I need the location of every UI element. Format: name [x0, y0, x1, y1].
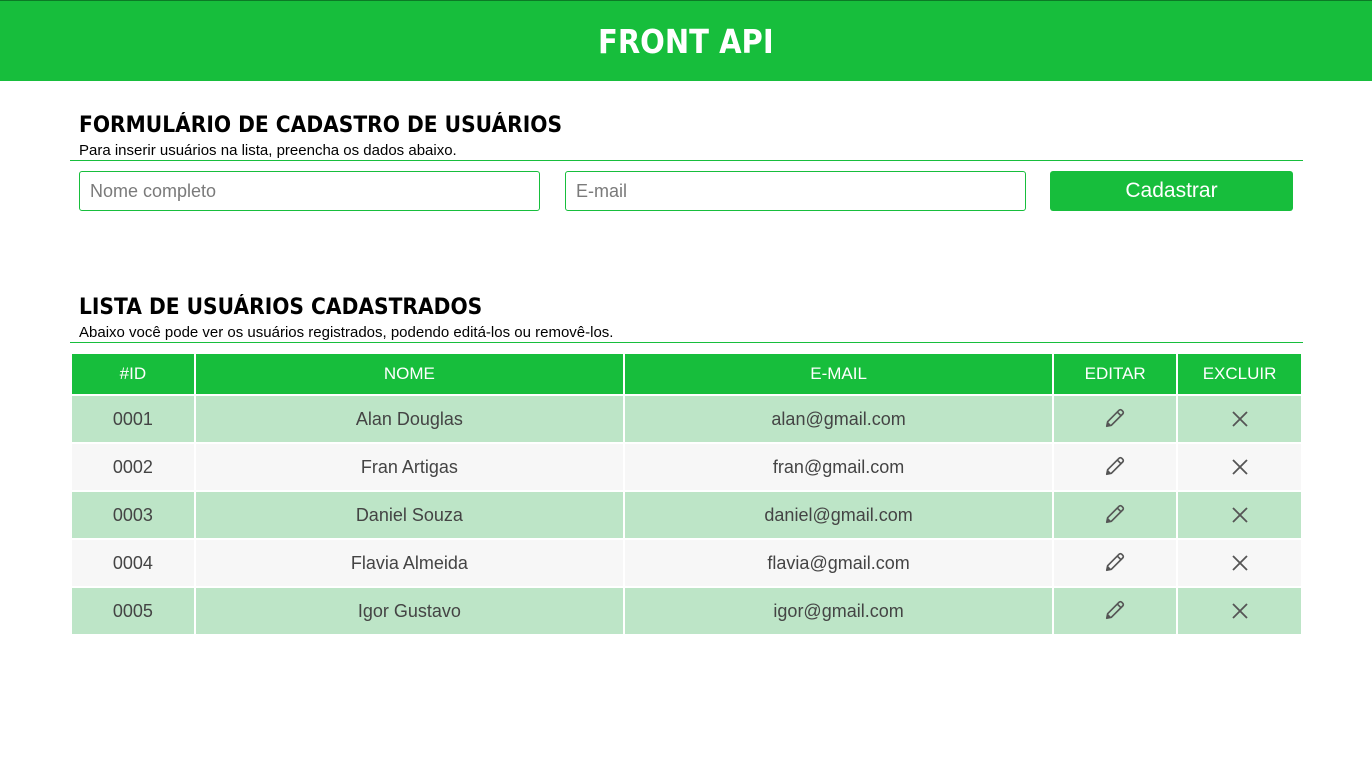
cell-email: igor@gmail.com — [624, 588, 1053, 636]
cell-edit — [1054, 540, 1177, 588]
users-table: #ID NOME E-MAIL EDITAR EXCLUIR 0001 Alan… — [70, 354, 1303, 636]
column-header-delete: EXCLUIR — [1178, 354, 1301, 396]
pencil-icon[interactable] — [1101, 452, 1129, 480]
column-header-name: NOME — [195, 354, 623, 396]
table-row: 0004 Flavia Almeida flavia@gmail.com — [72, 540, 1301, 588]
list-section-title: LISTA DE USUÁRIOS CADASTRADOS — [79, 295, 483, 320]
form-section-title: FORMULÁRIO DE CADASTRO DE USUÁRIOS — [79, 113, 563, 138]
cell-id: 0003 — [72, 492, 194, 540]
table-row: 0005 Igor Gustavo igor@gmail.com — [72, 588, 1301, 636]
column-header-email: E-MAIL — [624, 354, 1053, 396]
cell-name: Alan Douglas — [195, 396, 623, 444]
table-header-row: #ID NOME E-MAIL EDITAR EXCLUIR — [72, 354, 1301, 396]
cell-email: alan@gmail.com — [624, 396, 1053, 444]
pencil-icon[interactable] — [1101, 548, 1129, 576]
cell-name: Fran Artigas — [195, 444, 623, 492]
cell-delete — [1178, 588, 1301, 636]
cell-email: fran@gmail.com — [624, 444, 1053, 492]
pencil-icon[interactable] — [1101, 596, 1129, 624]
column-header-id: #ID — [72, 354, 194, 396]
app-title: FRONT API — [598, 21, 774, 61]
cell-edit — [1054, 396, 1177, 444]
pencil-icon[interactable] — [1101, 500, 1129, 528]
cell-edit — [1054, 444, 1177, 492]
cell-delete — [1178, 492, 1301, 540]
name-input[interactable] — [79, 171, 540, 211]
cell-email: daniel@gmail.com — [624, 492, 1053, 540]
cell-id: 0004 — [72, 540, 194, 588]
list-divider — [70, 342, 1303, 343]
column-header-edit: EDITAR — [1054, 354, 1177, 396]
app-header: FRONT API — [0, 0, 1372, 81]
close-icon[interactable] — [1226, 453, 1254, 481]
cell-id: 0005 — [72, 588, 194, 636]
cell-name: Daniel Souza — [195, 492, 623, 540]
cell-email: flavia@gmail.com — [624, 540, 1053, 588]
close-icon[interactable] — [1226, 405, 1254, 433]
form-section-subtitle: Para inserir usuários na lista, preencha… — [79, 142, 457, 159]
cell-delete — [1178, 444, 1301, 492]
cell-delete — [1178, 540, 1301, 588]
form-divider — [70, 160, 1303, 161]
table-row: 0001 Alan Douglas alan@gmail.com — [72, 396, 1301, 444]
close-icon[interactable] — [1226, 597, 1254, 625]
table-row: 0002 Fran Artigas fran@gmail.com — [72, 444, 1301, 492]
email-input[interactable] — [565, 171, 1026, 211]
cell-name: Flavia Almeida — [195, 540, 623, 588]
list-section-subtitle: Abaixo você pode ver os usuários registr… — [79, 324, 614, 341]
cell-id: 0001 — [72, 396, 194, 444]
register-button[interactable]: Cadastrar — [1050, 171, 1293, 211]
cell-edit — [1054, 588, 1177, 636]
close-icon[interactable] — [1226, 501, 1254, 529]
cell-name: Igor Gustavo — [195, 588, 623, 636]
pencil-icon[interactable] — [1101, 404, 1129, 432]
close-icon[interactable] — [1226, 549, 1254, 577]
table-row: 0003 Daniel Souza daniel@gmail.com — [72, 492, 1301, 540]
cell-id: 0002 — [72, 444, 194, 492]
cell-edit — [1054, 492, 1177, 540]
cell-delete — [1178, 396, 1301, 444]
